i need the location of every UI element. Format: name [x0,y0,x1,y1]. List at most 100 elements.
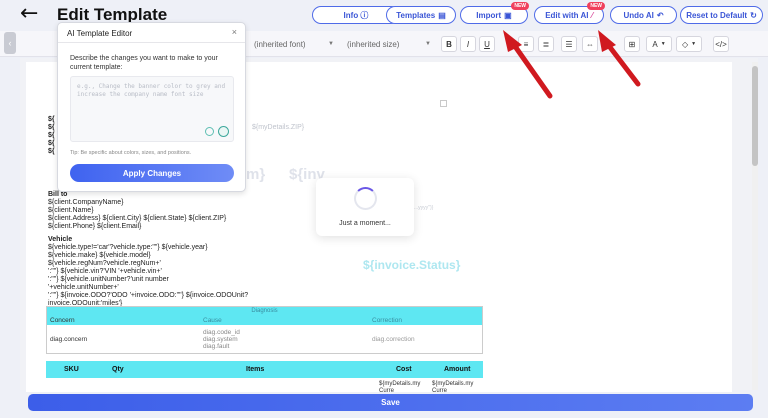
paint-bucket-icon: ◇ [681,39,689,49]
fill-color-button[interactable]: ◇ ▼ [676,36,702,52]
refresh-icon: ↻ [750,10,757,20]
new-badge: NEW [587,2,605,10]
chevron-down-icon: ▼ [425,41,431,47]
location-pin-icon[interactable] [205,127,214,136]
ai-editor-description: Describe the changes you want to make to… [70,55,218,71]
diagnosis-header: Diagnosis Concern Cause Correction [47,307,482,325]
ai-prompt-placeholder: e.g., Change the banner color to grey an… [77,83,226,98]
text-color-label: A [652,39,658,49]
edit-with-ai-button[interactable]: Edit with AI ⁄ NEW [534,2,605,24]
ai-template-editor-panel: AI Template Editor × Describe the change… [57,22,246,192]
vehicle-line: ${vehicle.make} ${vehicle.model} [48,252,151,259]
new-badge: NEW [511,2,529,10]
cause-cell: diag.fault [203,343,230,350]
invoice-status: ${invoice.Status} [363,258,461,272]
vehicle-line: '+vehicle.unitNumber+' [48,284,119,291]
document-icon: ▤ [438,10,446,20]
bullet-list-icon[interactable]: ☰ [561,36,577,52]
bill-to-line: ${client.CompanyName} [48,199,124,206]
apply-changes-button[interactable]: Apply Changes [70,164,234,182]
spinner-icon [354,187,377,210]
bold-button[interactable]: B [441,36,457,52]
scrollbar-thumb[interactable] [752,66,758,166]
edit-with-ai-label: Edit with AI [545,10,589,20]
align-justify-icon[interactable]: ≣ [538,36,554,52]
column-header: Cost [396,366,412,373]
vehicle-heading: Vehicle [48,236,73,243]
reset-label: Reset to Default [686,10,748,20]
image-icon: ▣ [504,10,512,20]
date-placeholder: ...yyyy")} [414,205,434,211]
chevron-left-icon: ‹ [8,38,12,48]
diagnosis-title: Diagnosis [251,308,278,314]
column-header: Cause [203,317,222,324]
vehicle-line: ':""} ${vehicle.unitNumber?'unit number [48,276,169,283]
undo-ai-button[interactable]: Undo AI ↶ [610,6,677,24]
loading-text: Just a moment... [339,220,391,227]
arrow-left-icon[interactable]: ← [20,3,38,25]
column-header: Amount [444,366,471,373]
placeholder-line: ${ [48,116,55,123]
loading-dialog: Just a moment... [316,178,414,236]
items-table-header: SKU Qty Items Cost Amount [46,361,483,378]
vehicle-line: ':""} ${vehicle.vin?'VIN '+vehicle.vin+' [48,268,162,275]
bill-to-line: ${client.Address} ${client.City} ${clien… [48,215,227,222]
bill-to-line: ${client.Phone} ${client.Email} [48,223,142,230]
concern-cell: diag.concern [50,336,88,343]
column-header: Correction [372,317,402,324]
templates-label: Templates [396,10,436,20]
my-details-zip: ${myDetails.ZIP} [252,124,305,131]
align-icon[interactable]: ≡ [518,36,534,52]
chevron-down-icon: ▼ [691,41,697,47]
diagnosis-table: Diagnosis Concern Cause Correction diag.… [46,306,483,354]
text-color-button[interactable]: A ▼ [646,36,672,52]
code-view-icon[interactable]: </> [713,36,729,52]
save-button[interactable]: Save [28,394,753,411]
divider [58,42,245,43]
amount-cell: ${myDetails.my [432,381,474,387]
font-family-select[interactable]: (inherited font) ▼ [254,36,334,52]
banner-company-name: m} [246,166,266,183]
undo-icon: ↶ [656,10,664,20]
ai-prompt-input[interactable]: e.g., Change the banner color to grey an… [70,76,234,142]
templates-button[interactable]: Templates ▤ [386,6,456,24]
close-icon[interactable]: × [232,27,237,37]
placeholder-line: ${ [48,148,55,155]
undo-ai-label: Undo AI [623,10,654,20]
font-size-value: (inherited size) [347,39,400,49]
ai-editor-tip: Tip: Be specific about colors, sizes, an… [70,150,192,156]
reset-to-default-button[interactable]: Reset to Default ↻ [680,6,763,24]
magic-wand-icon: ⁄ [591,10,593,20]
placeholder-line: ${ [48,140,55,147]
info-label: Info ⓘ [343,10,369,20]
bill-to-heading: Bill to [48,191,68,198]
cause-cell: diag.code_id [203,329,240,336]
link-icon[interactable]: ⇔ [582,36,598,52]
column-header: Concern [50,317,75,324]
collapse-sidebar-tab[interactable]: ‹ [4,32,16,54]
correction-cell: diag.correction [372,336,415,343]
broken-image-icon [440,100,447,107]
chevron-down-icon: ▼ [660,41,666,47]
refresh-icon[interactable] [218,126,229,137]
cost-cell: ${myDetails.my [379,381,421,387]
cause-cell: diag.system [203,336,238,343]
font-size-select[interactable]: (inherited size) ▼ [347,36,431,52]
chevron-down-icon: ▼ [328,41,334,47]
placeholder-line: ${ [48,124,55,131]
vehicle-line: ${vehicle.type!='car'?vehicle.type:""} $… [48,244,208,251]
ai-editor-title: AI Template Editor [67,29,133,38]
vehicle-line: ${vehicle.regNum?vehicle.regNum+' [48,260,161,267]
italic-button[interactable]: I [460,36,476,52]
vehicle-line: ':""} ${invoice.ODO?'ODO '+invoice.ODO:"… [48,292,249,299]
underline-button[interactable]: U [479,36,495,52]
bill-to-line: ${client.Name} [48,207,94,214]
column-header: Items [246,366,265,373]
font-family-value: (inherited font) [254,39,306,49]
table-icon[interactable]: ⊞ [624,36,640,52]
placeholder-line: ${ [48,132,55,139]
column-header: SKU [64,366,79,373]
column-header: Qty [112,366,124,373]
import-label: Import [476,10,502,20]
import-button[interactable]: Import ▣ NEW [460,2,529,24]
